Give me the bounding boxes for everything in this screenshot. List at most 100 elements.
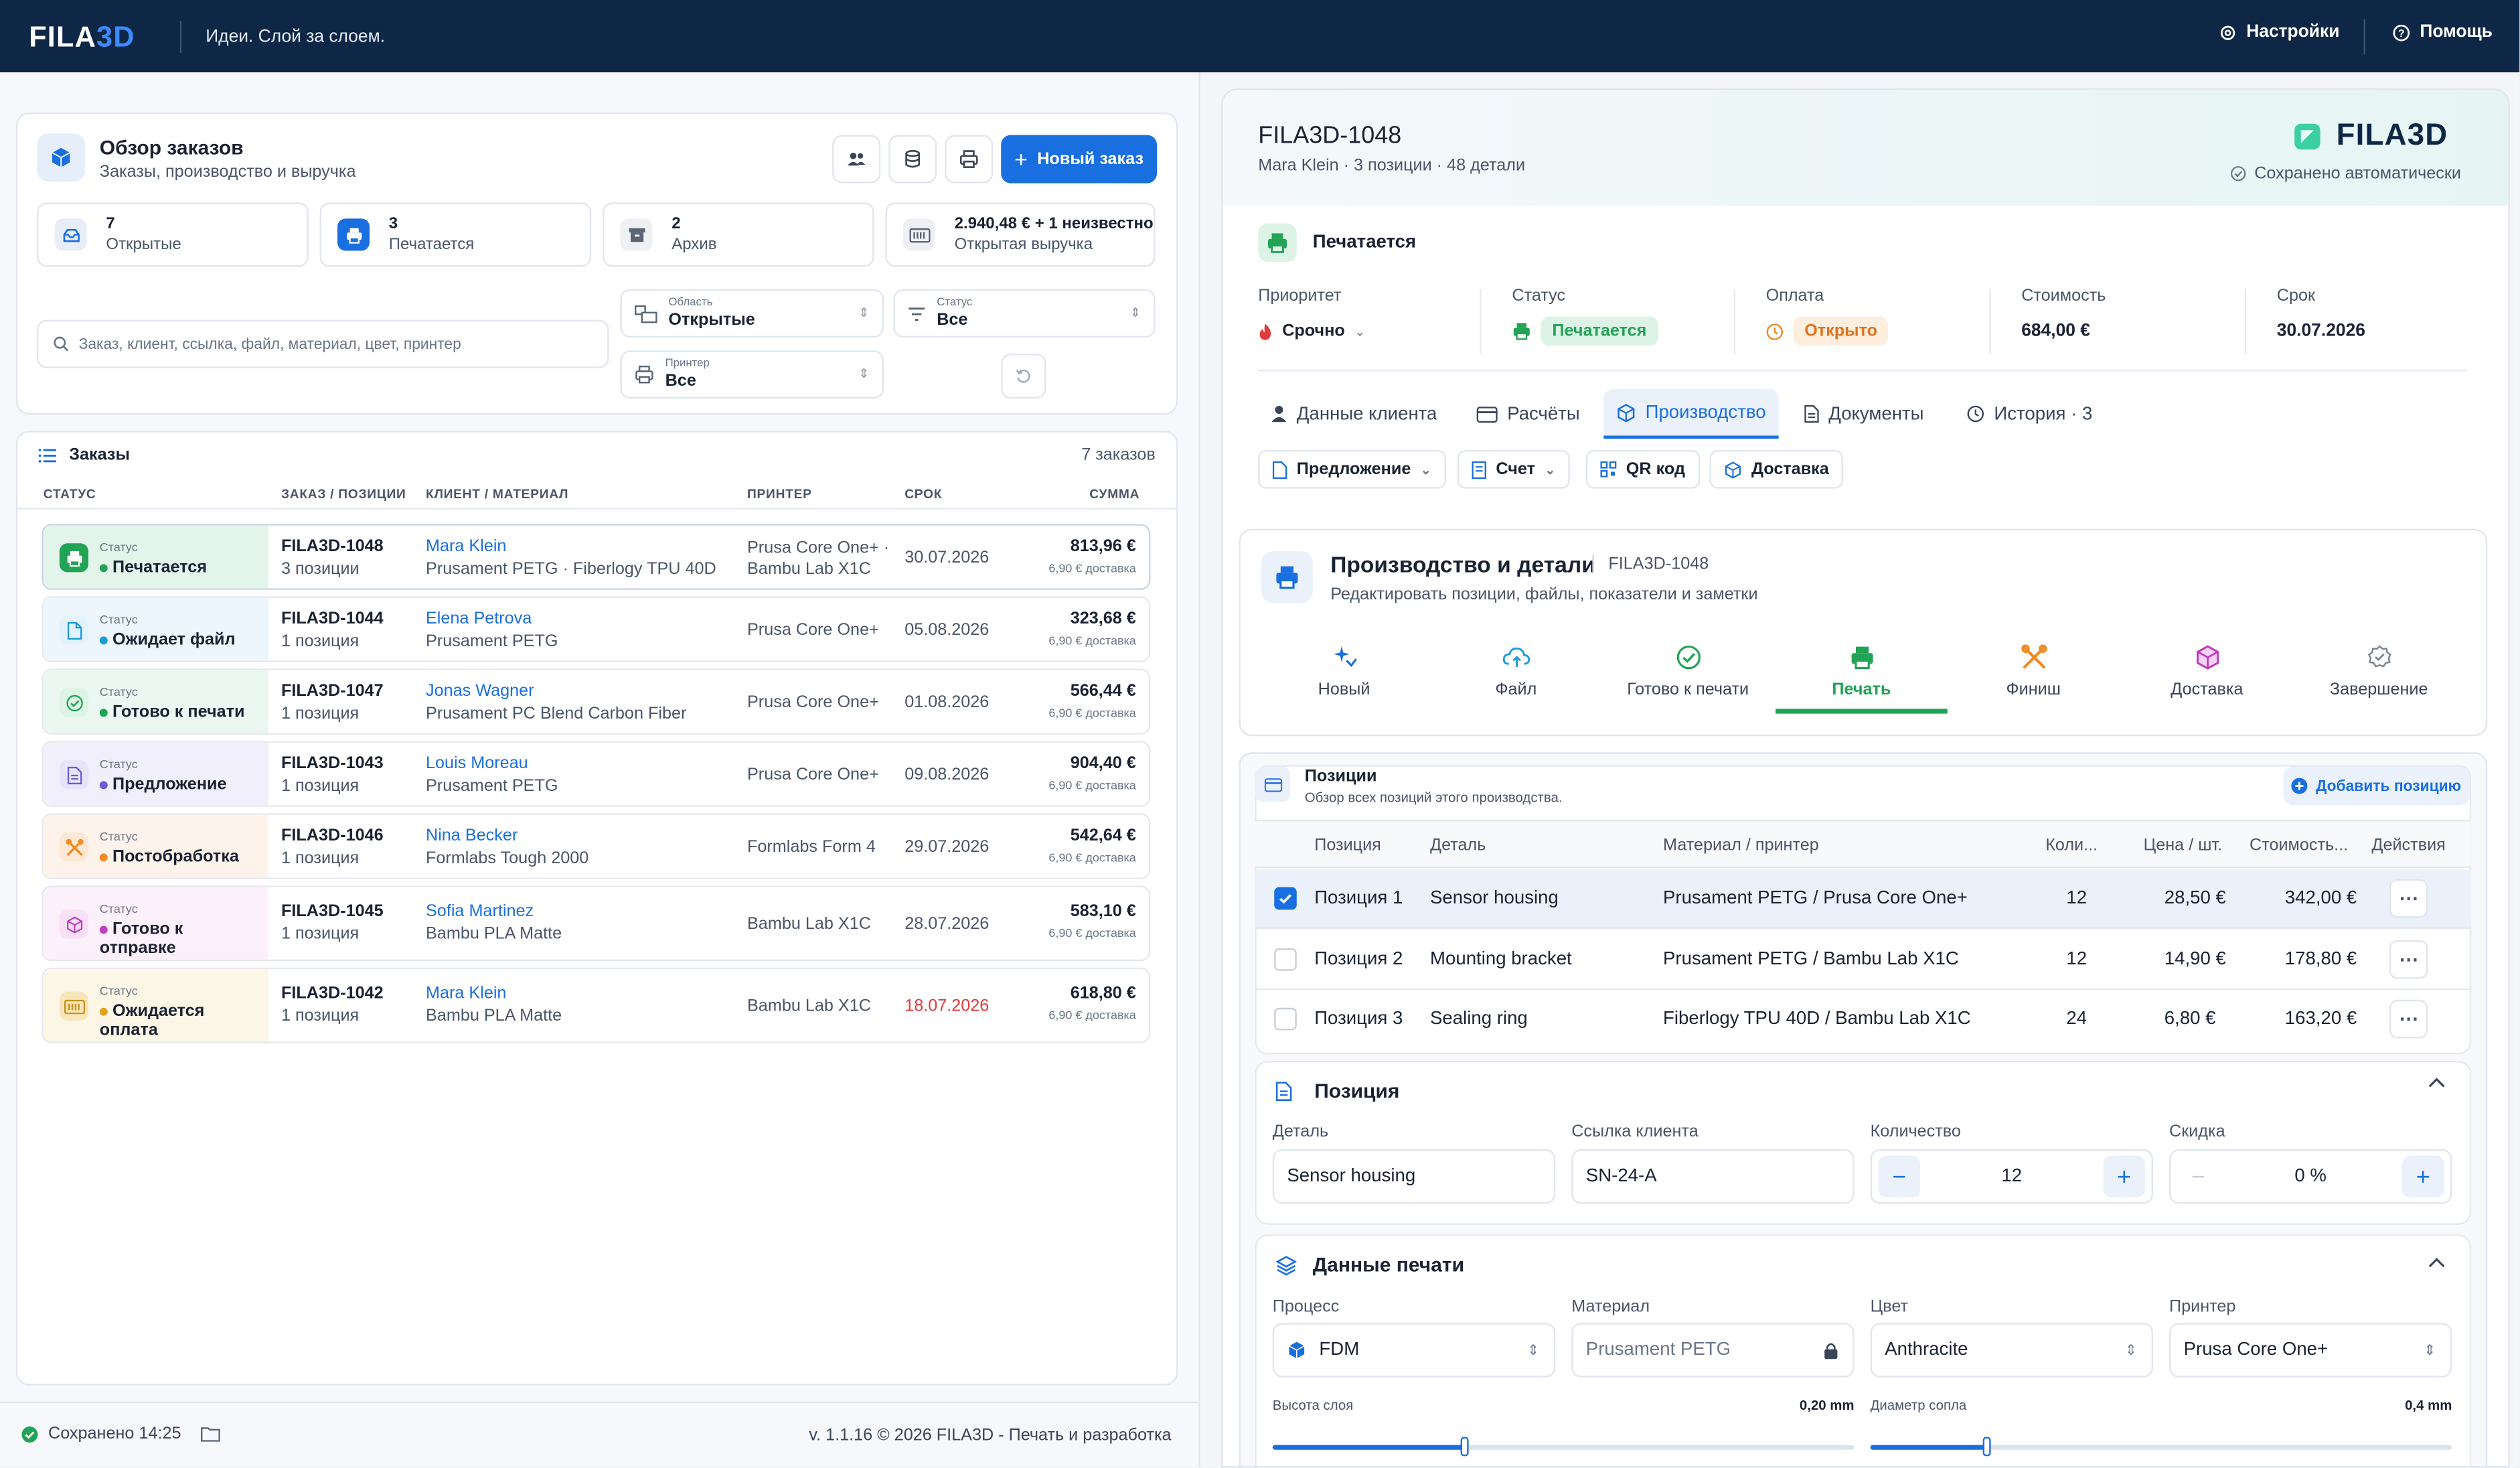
order-row[interactable]: Статус Ожидает файл FILA3D-1044 1 позици… <box>42 596 1151 662</box>
detail-order-id: FILA3D-1048 <box>1258 122 1402 150</box>
layer-height-slider[interactable] <box>1272 1437 1855 1457</box>
payment-value[interactable]: Открыто <box>1766 316 1889 346</box>
reset-filters-button[interactable] <box>1001 354 1046 399</box>
stat-open[interactable]: 7 Открытые <box>37 202 309 267</box>
printer-select[interactable]: Принтер Все ⇕ <box>620 350 884 399</box>
step-finish[interactable]: Финиш <box>1948 642 2120 699</box>
order-row[interactable]: Статус Готово к отправке FILA3D-1045 1 по… <box>42 885 1151 962</box>
status-value[interactable]: Печатается <box>1512 316 1658 346</box>
order-printer: Bambu Lab X1C <box>747 914 871 934</box>
stat-archive[interactable]: 2 Архив <box>603 202 874 267</box>
client-link[interactable]: Sofia Martinez <box>426 901 534 921</box>
position-qty: 12 <box>2066 889 2088 908</box>
client-ref-field[interactable]: SN-24-A <box>1571 1149 1855 1204</box>
step-new[interactable]: Новый <box>1258 642 1430 699</box>
shipping-button[interactable]: Доставка <box>1709 450 1844 489</box>
position-row[interactable]: Позиция 2 Mounting bracket Prusament PET… <box>1255 931 2472 990</box>
invoice-button[interactable]: Счет ⌄ <box>1457 450 1571 489</box>
area-label: Область <box>668 297 713 309</box>
top-bar: FILA3D Идеи. Слой за слоем. Настройки ? … <box>0 0 2520 73</box>
chevron-up-icon[interactable] <box>2428 1077 2445 1088</box>
chevron-up-icon[interactable] <box>2428 1257 2445 1268</box>
folder-icon[interactable] <box>200 1426 220 1442</box>
stat-printing[interactable]: 3 Печатается <box>319 202 592 267</box>
print-data-header[interactable]: Данные печати <box>1275 1254 1464 1276</box>
customers-button[interactable] <box>832 135 881 184</box>
printer-button[interactable] <box>945 135 994 184</box>
decrement-button[interactable]: − <box>1878 1155 1920 1198</box>
more-actions-button[interactable]: ⋯ <box>2389 879 2428 918</box>
app-logo[interactable]: FILA3D <box>29 21 135 54</box>
tab-history[interactable]: История · 3 <box>1954 389 2105 439</box>
order-row[interactable]: Статус Предложение FILA3D-1043 1 позиция… <box>42 741 1151 807</box>
client-link[interactable]: Elena Petrova <box>426 609 532 629</box>
printer-select[interactable]: Prusa Core One+ ⇕ <box>2169 1323 2452 1378</box>
part-label: Деталь <box>1272 1122 1329 1142</box>
row-checkbox[interactable] <box>1274 948 1297 971</box>
status-value: Готово к печати <box>99 703 244 722</box>
package-icon <box>1724 461 1741 478</box>
stat-revenue[interactable]: 2.940,48 € + 1 неизвестно Открытая выручк… <box>885 202 1156 267</box>
client-link[interactable]: Nina Becker <box>426 826 518 846</box>
discount-stepper[interactable]: − 0 % + <box>2169 1149 2452 1204</box>
quantity-stepper[interactable]: − 12 + <box>1870 1149 2154 1204</box>
new-order-button[interactable]: + Новый заказ <box>1001 135 1158 184</box>
order-material: Prusament PETG <box>426 632 558 652</box>
increment-button[interactable]: + <box>2103 1155 2146 1198</box>
offer-button[interactable]: Предложение ⌄ <box>1258 450 1446 489</box>
step-print-active[interactable]: Печать <box>1776 642 1948 699</box>
more-actions-button[interactable]: ⋯ <box>2389 999 2428 1039</box>
search-input[interactable]: Заказ, клиент, ссылка, файл, материал, ц… <box>37 319 609 368</box>
priority-select[interactable]: Срочно ⌄ <box>1258 321 1365 341</box>
area-select[interactable]: Область Открытые ⇕ <box>620 289 884 338</box>
position-row[interactable]: Позиция 3 Sealing ring Fiberlogy TPU 40D… <box>1255 990 2471 1049</box>
part-field[interactable]: Sensor housing <box>1272 1149 1556 1204</box>
slider-handle[interactable] <box>1461 1437 1470 1457</box>
tab-calculations[interactable]: Расчёты <box>1464 389 1593 439</box>
order-shipping: 6,90 € доставка <box>1048 561 1136 576</box>
add-position-button[interactable]: Добавить позицию <box>2283 766 2470 806</box>
decrement-button[interactable]: − <box>2177 1155 2219 1198</box>
settings-button[interactable]: Настройки <box>2219 23 2340 42</box>
step-complete[interactable]: Завершение <box>2293 642 2465 699</box>
position-row[interactable]: Позиция 1 Sensor housing Prusament PETG … <box>1255 869 2472 930</box>
order-row[interactable]: Статус Готово к печати FILA3D-1047 1 поз… <box>42 668 1151 735</box>
client-link[interactable]: Louis Moreau <box>426 754 528 774</box>
database-button[interactable] <box>888 135 937 184</box>
process-select[interactable]: FDM ⇕ <box>1272 1323 1556 1378</box>
order-positions: 1 позиция <box>281 632 360 652</box>
order-printer: Prusa Core One+ <box>747 620 879 640</box>
qr-code-button[interactable]: QR код <box>1585 450 1700 489</box>
row-checkbox[interactable] <box>1274 887 1297 910</box>
order-row[interactable]: Статус Ожидается оплата FILA3D-1042 1 поз… <box>42 967 1151 1043</box>
help-button[interactable]: ? Помощь <box>2393 23 2493 42</box>
client-link[interactable]: Mara Klein <box>426 537 506 557</box>
tab-documents[interactable]: Документы <box>1792 389 1937 439</box>
client-link[interactable]: Mara Klein <box>426 984 506 1003</box>
more-actions-button[interactable]: ⋯ <box>2389 940 2428 979</box>
client-link[interactable]: Jonas Wagner <box>426 682 534 701</box>
area-value: Открытые <box>668 310 755 330</box>
tab-production[interactable]: Производство <box>1603 388 1779 439</box>
package-icon <box>2121 642 2293 674</box>
nozzle-slider[interactable] <box>1870 1437 2452 1457</box>
step-ready[interactable]: Готово к печати <box>1602 642 1774 699</box>
step-file[interactable]: Файл <box>1430 642 1602 699</box>
color-select[interactable]: Anthracite ⇕ <box>1870 1323 2154 1378</box>
position-total: 342,00 € <box>2284 889 2357 908</box>
order-due: 01.08.2026 <box>904 692 990 713</box>
order-row[interactable]: Статус Постобработка FILA3D-1046 1 позиц… <box>42 813 1151 879</box>
position-name: Позиция 2 <box>1314 950 1403 970</box>
position-edit-header[interactable]: Позиция <box>1275 1080 1399 1102</box>
search-placeholder: Заказ, клиент, ссылка, файл, материал, ц… <box>78 335 461 353</box>
row-checkbox[interactable] <box>1274 1007 1297 1031</box>
position-name: Позиция 3 <box>1314 1009 1403 1029</box>
order-row[interactable]: Статус Печатается FILA3D-1048 3 позиции … <box>42 524 1151 590</box>
step-shipping[interactable]: Доставка <box>2121 642 2293 699</box>
tab-customer[interactable]: Данные клиента <box>1258 389 1449 439</box>
status-select[interactable]: Статус Все ⇕ <box>893 289 1156 338</box>
increment-button[interactable]: + <box>2402 1155 2444 1198</box>
users-icon <box>847 151 866 167</box>
slider-handle[interactable] <box>1983 1437 1992 1457</box>
order-material: Prusament PC Blend Carbon Fiber <box>426 704 687 723</box>
